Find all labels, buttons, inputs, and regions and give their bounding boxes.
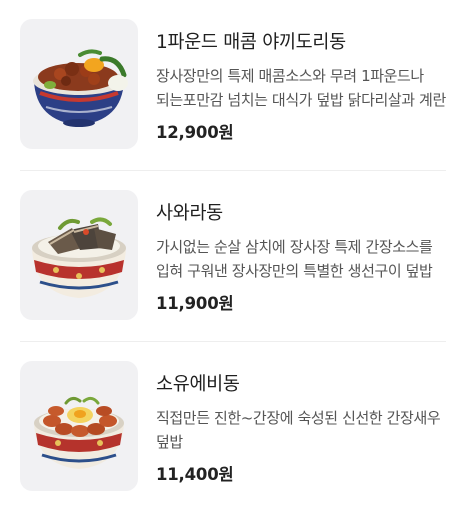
menu-item-price: 11,900원 xyxy=(156,294,234,313)
soy-shrimp-rice-bowl-image xyxy=(20,361,138,491)
menu-item-soy-ebi-don[interactable]: 소유에비동 직접만든 진한~간장에 숙성된 신선한 간장새우 덮밥 11,400… xyxy=(0,342,466,512)
menu-item-sawara-don[interactable]: 사와라동 가시없는 순살 삼치에 장사장 특제 간장소스를 입혀 구워낸 장사장… xyxy=(0,171,466,341)
menu-item-name: 소유에비동 xyxy=(156,374,240,395)
menu-item-info: 1파운드 매콤 야끼도리동 장사장만의 특제 매콤소스와 무려 1파운드나 되는… xyxy=(156,30,452,145)
menu-item-info: 사와라동 가시없는 순살 삼치에 장사장 특제 간장소스를 입혀 구워낸 장사장… xyxy=(156,201,452,316)
menu-item-spicy-yakitori-don[interactable]: 1파운드 매콤 야끼도리동 장사장만의 특제 매콤소스와 무려 1파운드나 되는… xyxy=(0,0,466,170)
menu-item-description: 장사장만의 특제 매콤소스와 무려 1파운드나 되는포만감 넘치는 대식가 덮밥… xyxy=(156,67,446,109)
menu-item-price: 11,400원 xyxy=(156,465,234,484)
mackerel-rice-bowl-image xyxy=(20,190,138,320)
menu-list: 1파운드 매콤 야끼도리동 장사장만의 특제 매콤소스와 무려 1파운드나 되는… xyxy=(0,0,466,511)
menu-item-price: 12,900원 xyxy=(156,123,234,142)
spicy-chicken-rice-bowl-image xyxy=(20,19,138,149)
menu-item-description: 가시없는 순살 삼치에 장사장 특제 간장소스를 입혀 구워낸 장사장만의 특별… xyxy=(156,238,433,280)
menu-item-info: 소유에비동 직접만든 진한~간장에 숙성된 신선한 간장새우 덮밥 11,400… xyxy=(156,372,452,487)
menu-item-name: 사와라동 xyxy=(156,203,223,224)
menu-item-description: 직접만든 진한~간장에 숙성된 신선한 간장새우 덮밥 xyxy=(156,409,441,451)
menu-item-name: 1파운드 매콤 야끼도리동 xyxy=(156,32,346,53)
